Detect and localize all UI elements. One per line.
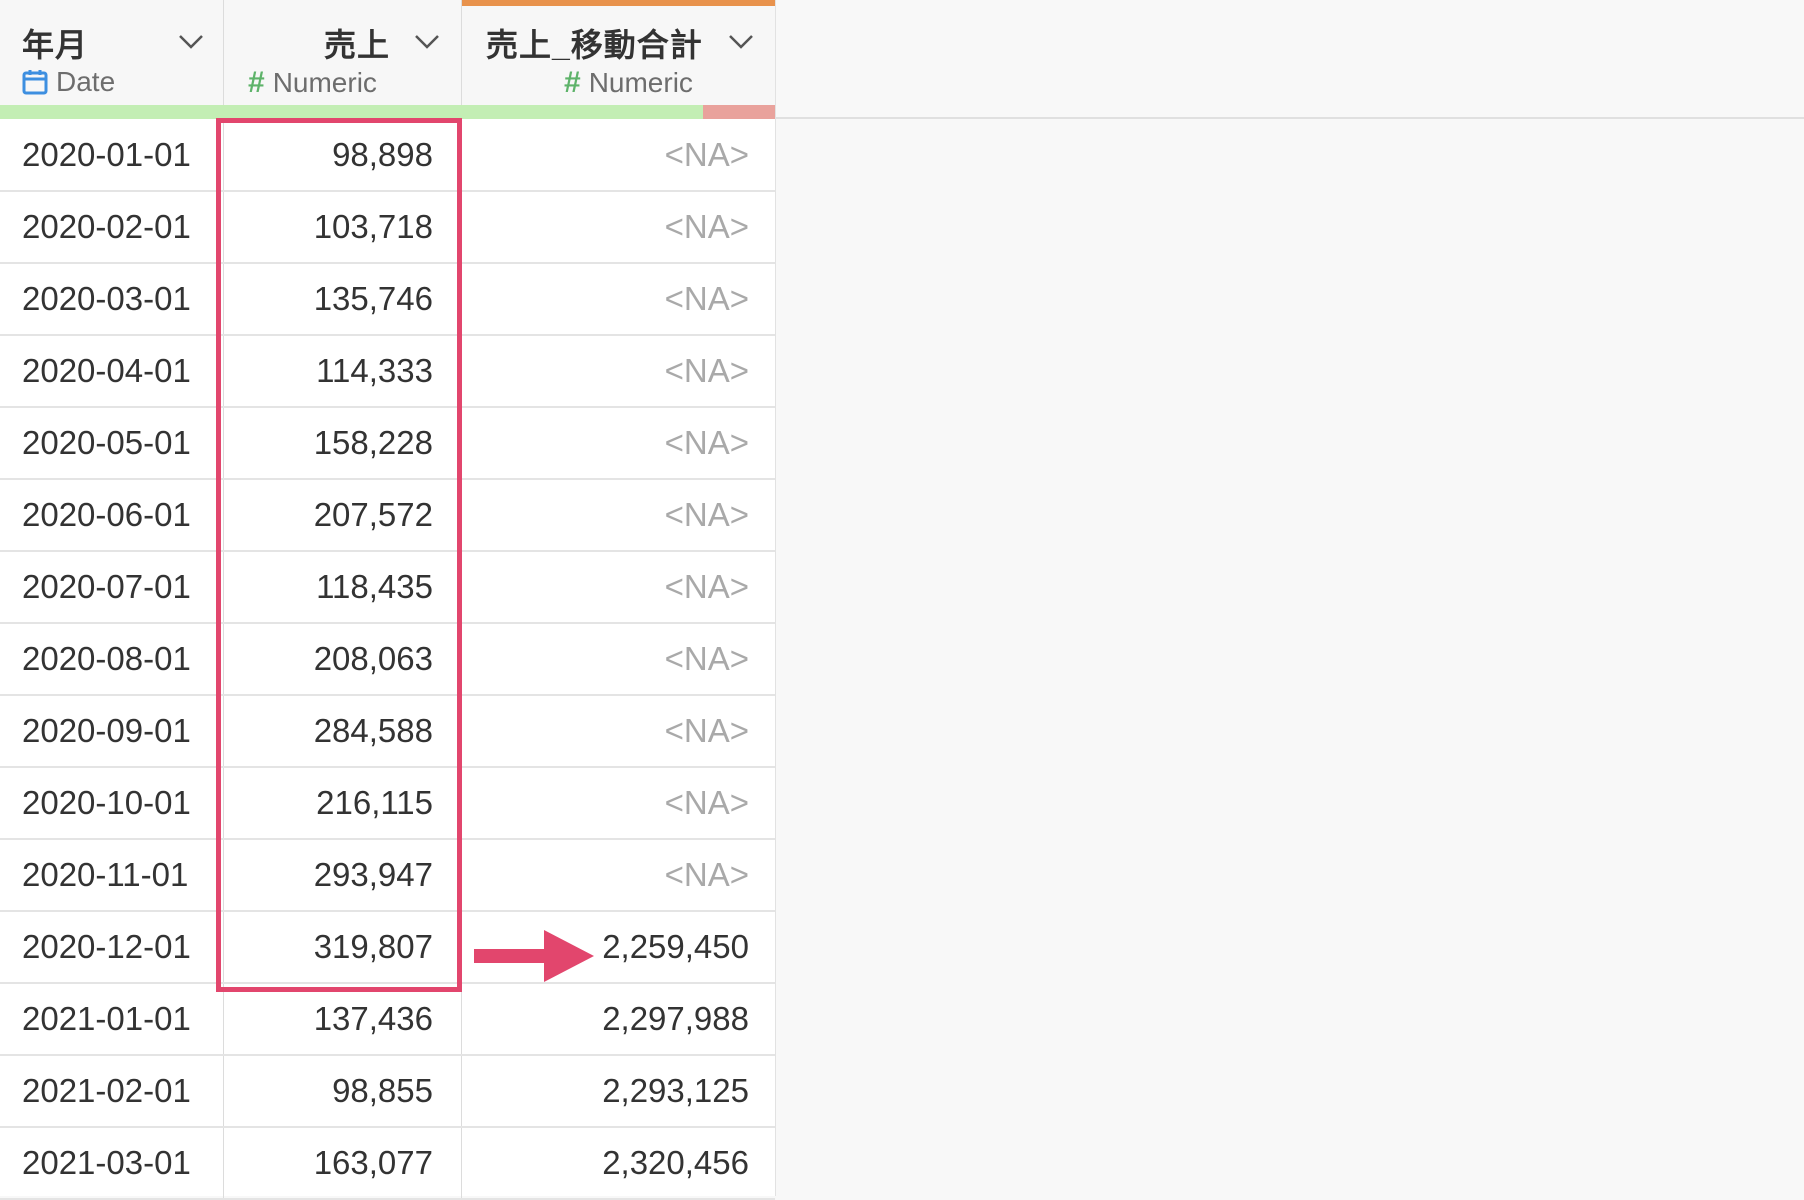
cell-moving-sum[interactable]: 2,293,125 (462, 1056, 775, 1126)
chevron-down-icon[interactable] (412, 26, 442, 56)
column-header-date[interactable]: 年月 Date (0, 0, 224, 105)
column-header-sales[interactable]: 売上 # Numeric (224, 0, 462, 105)
column-type-label: Numeric (588, 67, 693, 98)
table-row: 2020-06-01 207,572 <NA> (0, 480, 775, 552)
cell-date[interactable]: 2020-07-01 (0, 552, 224, 622)
column-header-moving-sum[interactable]: 売上_移動合計 # Numeric (462, 0, 775, 105)
cell-date[interactable]: 2020-12-01 (0, 912, 224, 982)
cell-sales[interactable]: 207,572 (224, 480, 462, 550)
cell-date[interactable]: 2020-08-01 (0, 624, 224, 694)
column-type: # Numeric (564, 66, 693, 100)
cell-date[interactable]: 2020-09-01 (0, 696, 224, 766)
table-row: 2021-03-01 163,077 2,320,456 (0, 1128, 775, 1200)
cell-sales[interactable]: 135,746 (224, 264, 462, 334)
chevron-down-icon[interactable] (726, 26, 756, 56)
table-row: 2020-12-01 319,807 2,259,450 (0, 912, 775, 984)
cell-moving-sum[interactable]: 2,320,456 (462, 1128, 775, 1198)
calendar-icon (22, 70, 48, 95)
cell-sales[interactable]: 284,588 (224, 696, 462, 766)
cell-moving-sum[interactable]: <NA> (462, 408, 775, 478)
cell-moving-sum[interactable]: <NA> (462, 696, 775, 766)
divider (776, 117, 1804, 119)
cell-sales[interactable]: 137,436 (224, 984, 462, 1054)
arrow-right-icon (474, 930, 594, 982)
cell-moving-sum[interactable]: <NA> (462, 192, 775, 262)
quality-bar-date (0, 105, 224, 119)
cell-sales[interactable]: 208,063 (224, 624, 462, 694)
table-row: 2021-01-01 137,436 2,297,988 (0, 984, 775, 1056)
quality-bar-moving-valid (462, 105, 703, 119)
table-row: 2020-03-01 135,746 <NA> (0, 264, 775, 336)
cell-moving-sum[interactable]: <NA> (462, 840, 775, 910)
table-row: 2020-10-01 216,115 <NA> (0, 768, 775, 840)
table-row: 2020-04-01 114,333 <NA> (0, 336, 775, 408)
table-row: 2020-11-01 293,947 <NA> (0, 840, 775, 912)
column-type: # Numeric (248, 66, 377, 100)
cell-moving-sum[interactable]: 2,297,988 (462, 984, 775, 1054)
cell-date[interactable]: 2021-01-01 (0, 984, 224, 1054)
column-type-label: Date (56, 66, 116, 97)
cell-date[interactable]: 2021-03-01 (0, 1128, 224, 1198)
cell-moving-sum[interactable]: <NA> (462, 768, 775, 838)
cell-date[interactable]: 2020-02-01 (0, 192, 224, 262)
table-row: 2020-02-01 103,718 <NA> (0, 192, 775, 264)
table-row: 2020-01-01 98,898 <NA> (0, 119, 775, 192)
quality-bar-moving-missing (703, 105, 775, 119)
cell-date[interactable]: 2020-10-01 (0, 768, 224, 838)
cell-sales[interactable]: 98,855 (224, 1056, 462, 1126)
column-type-label: Numeric (272, 67, 377, 98)
cell-date[interactable]: 2020-01-01 (0, 119, 224, 190)
table-row: 2020-09-01 284,588 <NA> (0, 696, 775, 768)
table-row: 2021-02-01 98,855 2,293,125 (0, 1056, 775, 1128)
cell-sales[interactable]: 118,435 (224, 552, 462, 622)
cell-date[interactable]: 2020-04-01 (0, 336, 224, 406)
table-header: 年月 Date 売上 # Numeric 売上_移動合計 # Numeric (0, 0, 775, 105)
cell-moving-sum[interactable]: <NA> (462, 552, 775, 622)
cell-sales[interactable]: 114,333 (224, 336, 462, 406)
cell-sales[interactable]: 103,718 (224, 192, 462, 262)
cell-sales[interactable]: 158,228 (224, 408, 462, 478)
cell-date[interactable]: 2020-06-01 (0, 480, 224, 550)
cell-sales[interactable]: 163,077 (224, 1128, 462, 1198)
hash-icon: # (248, 66, 265, 99)
chevron-down-icon[interactable] (176, 26, 206, 56)
cell-date[interactable]: 2021-02-01 (0, 1056, 224, 1126)
cell-moving-sum[interactable]: <NA> (462, 480, 775, 550)
column-name: 売上_移動合計 (486, 27, 703, 63)
cell-moving-sum[interactable]: <NA> (462, 264, 775, 334)
table-row: 2020-08-01 208,063 <NA> (0, 624, 775, 696)
hash-icon: # (564, 66, 581, 99)
cell-moving-sum[interactable]: <NA> (462, 624, 775, 694)
column-type: Date (22, 66, 115, 98)
data-table: 年月 Date 売上 # Numeric 売上_移動合計 # Numeric 2… (0, 0, 776, 1200)
cell-sales[interactable]: 216,115 (224, 768, 462, 838)
cell-date[interactable]: 2020-05-01 (0, 408, 224, 478)
table-body: 2020-01-01 98,898 <NA> 2020-02-01 103,718 <NA… (0, 119, 775, 1200)
cell-date[interactable]: 2020-11-01 (0, 840, 224, 910)
table-row: 2020-07-01 118,435 <NA> (0, 552, 775, 624)
cell-date[interactable]: 2020-03-01 (0, 264, 224, 334)
cell-sales[interactable]: 98,898 (224, 119, 462, 190)
cell-sales[interactable]: 319,807 (224, 912, 462, 982)
cell-moving-sum[interactable]: <NA> (462, 336, 775, 406)
quality-bar-sales (224, 105, 462, 119)
column-name: 年月 (22, 27, 89, 63)
table-row: 2020-05-01 158,228 <NA> (0, 408, 775, 480)
cell-moving-sum[interactable]: <NA> (462, 119, 775, 190)
column-name: 売上 (324, 27, 391, 63)
data-quality-bar (0, 105, 775, 119)
cell-sales[interactable]: 293,947 (224, 840, 462, 910)
